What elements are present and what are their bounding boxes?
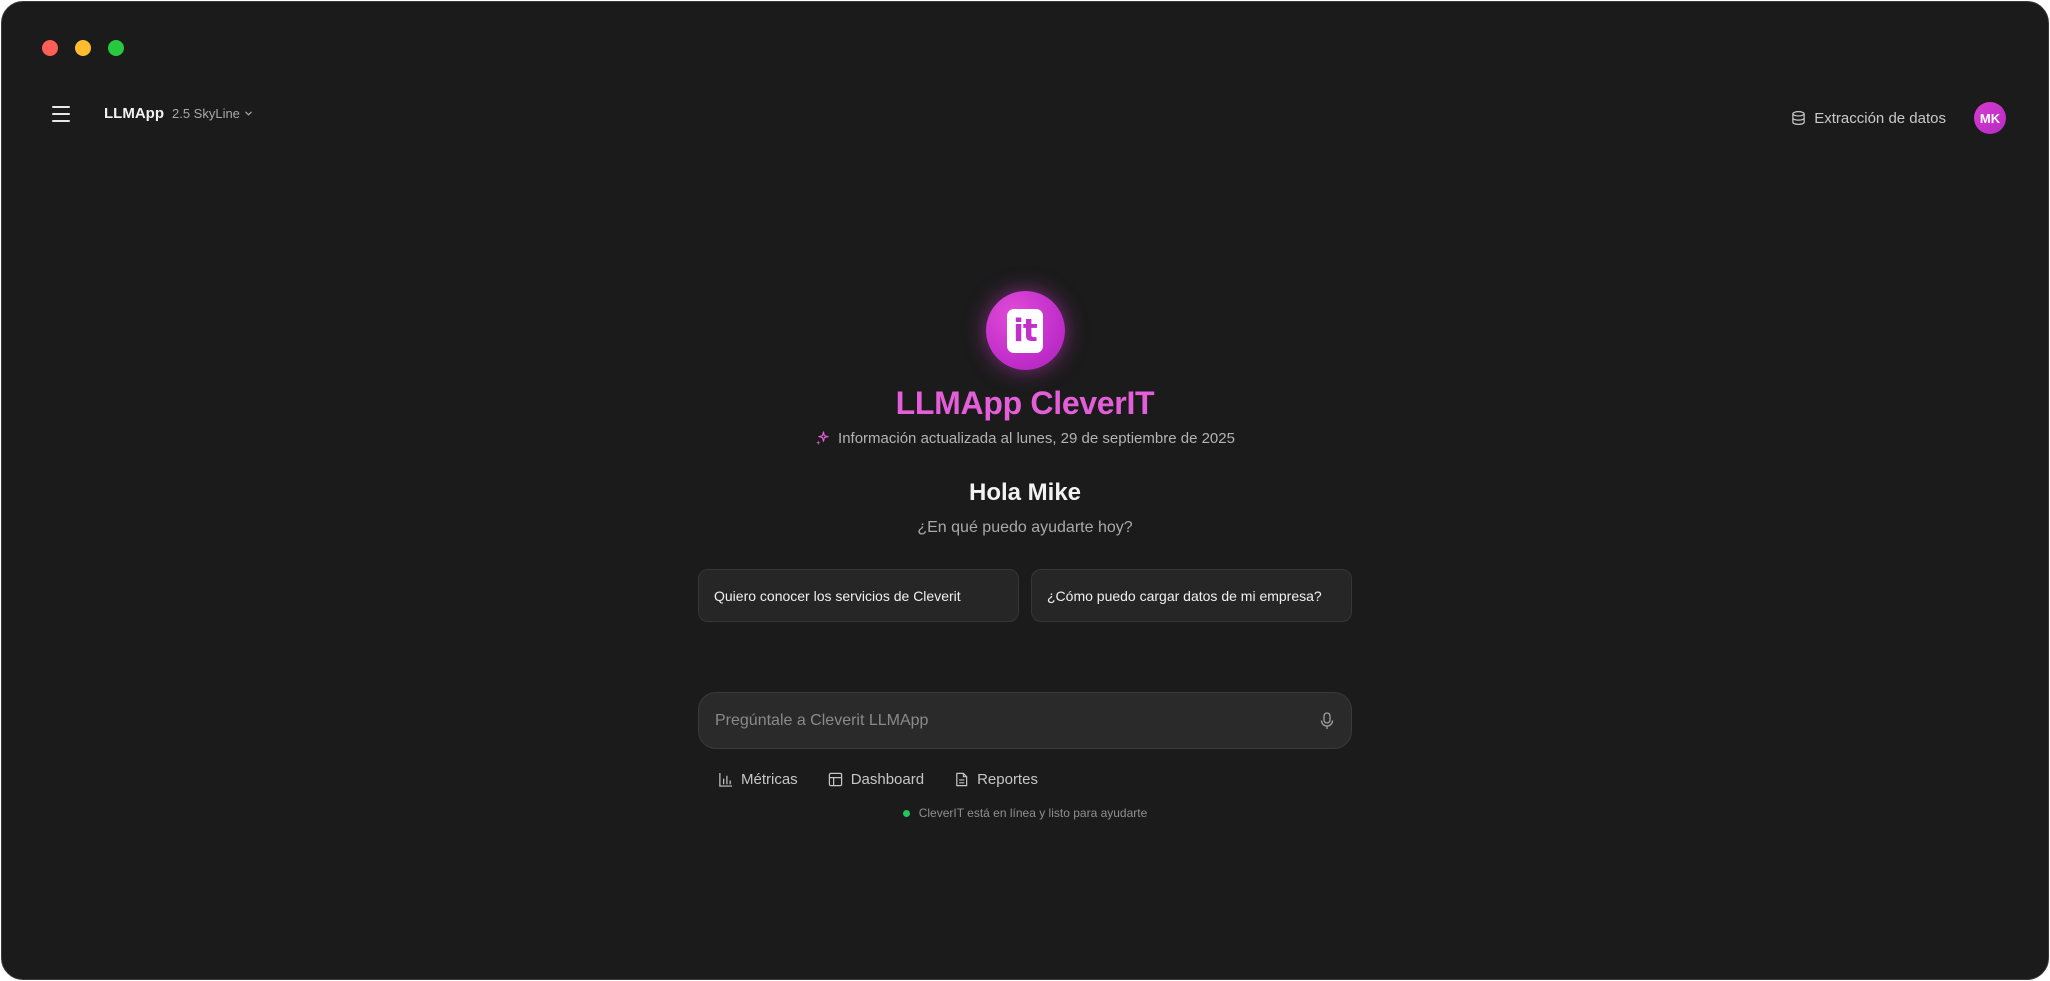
microphone-icon[interactable]	[1319, 711, 1335, 730]
greeting: Hola Mike	[968, 479, 1082, 506]
metrics-label: Métricas	[741, 771, 798, 788]
database-icon	[1792, 111, 1805, 125]
reports-label: Reportes	[977, 771, 1038, 788]
close-window-button[interactable]	[42, 40, 58, 56]
version-selector[interactable]: 2.5 SkyLine	[172, 106, 253, 121]
app-name: LLMApp	[104, 105, 164, 122]
document-icon	[956, 772, 968, 787]
suggestion-card[interactable]: ¿Cómo puedo cargar datos de mi empresa?	[1031, 569, 1352, 622]
chevron-down-icon	[245, 111, 252, 116]
sparkles-icon	[815, 431, 829, 446]
layout-icon	[828, 772, 842, 787]
app-window: LLMApp 2.5 SkyLine Extracción de datos M…	[1, 1, 2049, 980]
prompt-input[interactable]	[715, 711, 1319, 730]
status-text: CleverIT está en línea y listo para ayud…	[918, 806, 1148, 820]
data-extraction-label: Extracción de datos	[1814, 109, 1946, 127]
brand-title: LLMApp CleverIT	[895, 385, 1155, 421]
status-line: CleverIT está en línea y listo para ayud…	[902, 806, 1148, 820]
quick-actions: Métricas Dashboard Reportes	[698, 771, 1352, 788]
prompt-box	[698, 692, 1352, 749]
menu-icon[interactable]	[52, 105, 70, 122]
reports-button[interactable]: Reportes	[954, 771, 1038, 788]
dashboard-button[interactable]: Dashboard	[828, 771, 924, 788]
update-notice-text: Información actualizada al lunes, 29 de …	[838, 430, 1235, 447]
suggestions: Quiero conocer los servicios de Cleverit…	[698, 569, 1352, 622]
update-notice: Información actualizada al lunes, 29 de …	[815, 430, 1235, 447]
metrics-button[interactable]: Métricas	[718, 771, 798, 788]
data-extraction-button[interactable]: Extracción de datos	[1791, 110, 1946, 127]
online-indicator	[902, 809, 910, 817]
suggestion-card[interactable]: Quiero conocer los servicios de Cleverit	[698, 569, 1019, 622]
cleverit-logo: it	[985, 291, 1065, 370]
maximize-window-button[interactable]	[108, 40, 124, 56]
subgreeting: ¿En qué puedo ayudarte hoy?	[917, 519, 1133, 536]
version-label: 2.5 SkyLine	[171, 106, 240, 121]
top-bar-right: Extracción de datos MK	[1791, 102, 2006, 134]
dashboard-label: Dashboard	[850, 771, 925, 788]
bar-chart-icon	[719, 772, 733, 787]
window-controls	[42, 40, 124, 56]
welcome-panel: it LLMApp CleverIT Información actualiza…	[2, 291, 2048, 820]
user-avatar[interactable]: MK	[1974, 102, 2006, 134]
logo-mark: it	[1007, 308, 1043, 353]
top-bar-left: LLMApp 2.5 SkyLine	[52, 105, 253, 122]
minimize-window-button[interactable]	[75, 40, 91, 56]
